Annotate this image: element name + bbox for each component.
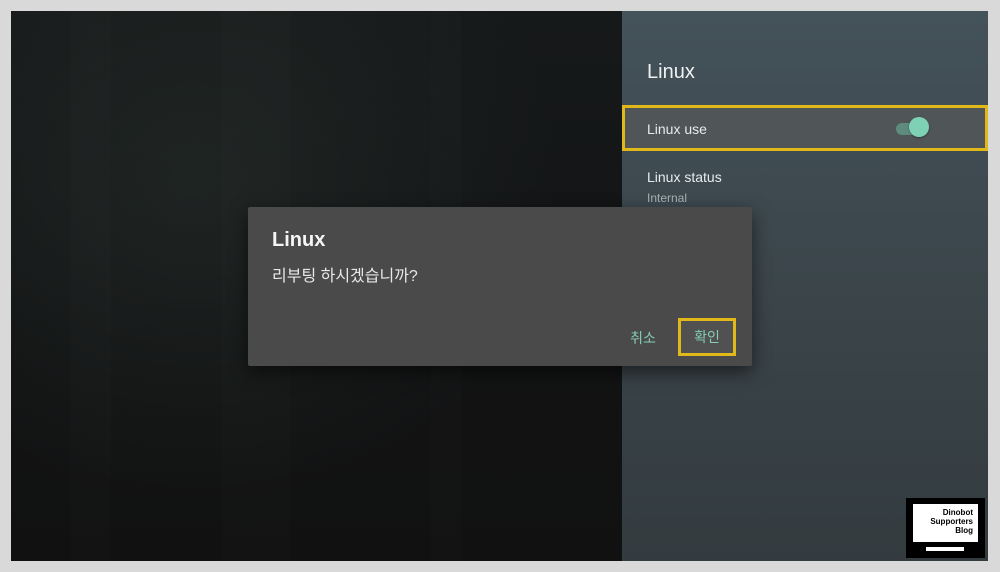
linux-use-label: Linux use xyxy=(647,121,707,137)
dialog-message: 리부팅 하시겠습니까? xyxy=(272,268,418,285)
cancel-button[interactable]: 취소 xyxy=(622,326,664,350)
linux-use-toggle-knob[interactable] xyxy=(909,117,929,137)
watermark-line: Dinobot xyxy=(942,508,973,517)
watermark-line: Supporters xyxy=(930,517,973,526)
linux-use-row[interactable]: Linux use xyxy=(622,105,988,151)
confirm-dialog: Linux 리부팅 하시겠습니까? 취소 확인 xyxy=(248,207,752,366)
watermark-monitor: Dinobot Supporters Blog xyxy=(913,504,978,542)
watermark-monitor-stand xyxy=(926,547,964,551)
panel-title: Linux xyxy=(647,61,695,83)
tv-screen: Linux Linux use Linux status Internal Li… xyxy=(11,11,988,561)
dialog-title: Linux xyxy=(272,229,326,251)
linux-status-label[interactable]: Linux status xyxy=(647,169,722,185)
confirm-button[interactable]: 확인 xyxy=(678,318,736,356)
watermark-line: Blog xyxy=(955,526,973,535)
blog-watermark: Dinobot Supporters Blog xyxy=(906,498,985,558)
linux-status-value: Internal xyxy=(647,191,688,205)
